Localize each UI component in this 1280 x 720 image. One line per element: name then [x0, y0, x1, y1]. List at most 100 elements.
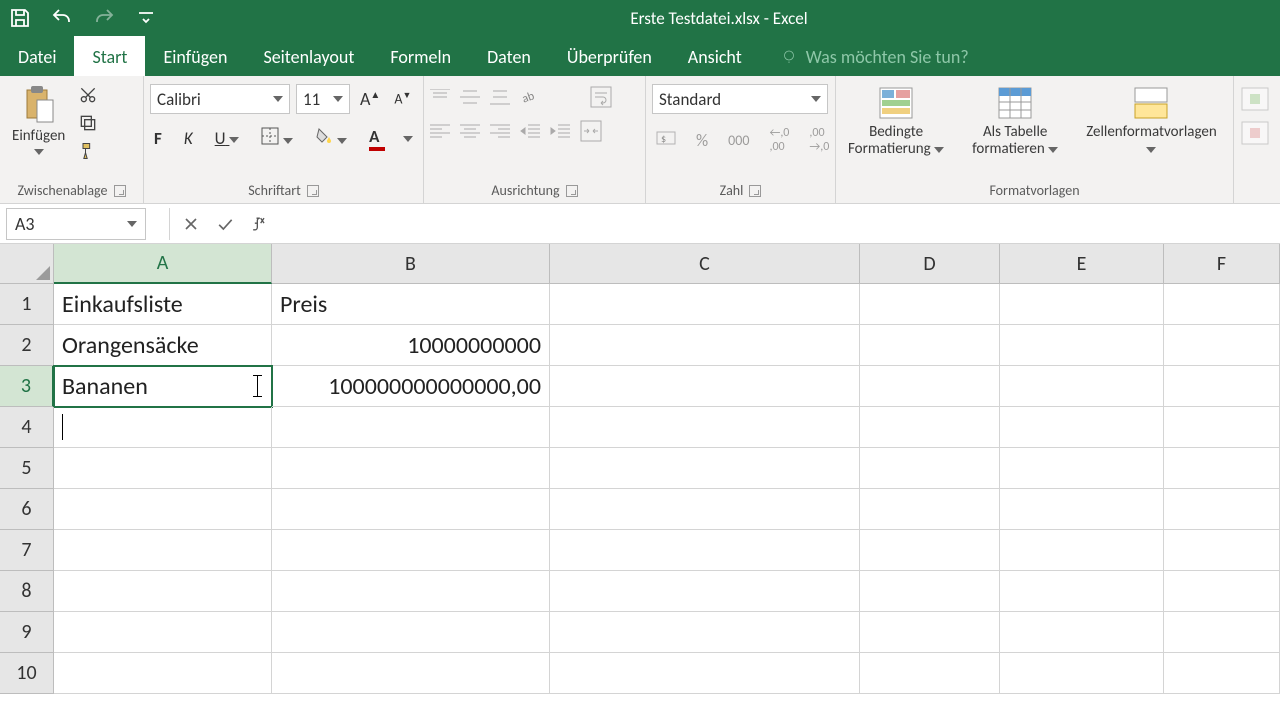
- align-right-icon[interactable]: [490, 123, 510, 139]
- cell-E10[interactable]: [1000, 653, 1164, 694]
- cell-B1[interactable]: Preis: [272, 284, 550, 325]
- cell-D3[interactable]: [860, 366, 1000, 407]
- cell-F3[interactable]: [1164, 366, 1280, 407]
- cell-D2[interactable]: [860, 325, 1000, 366]
- redo-icon[interactable]: [92, 6, 116, 30]
- cell-E2[interactable]: [1000, 325, 1164, 366]
- save-icon[interactable]: [8, 6, 32, 30]
- cell-F9[interactable]: [1164, 612, 1280, 653]
- cell-D8[interactable]: [860, 571, 1000, 612]
- row-header-7[interactable]: 7: [0, 530, 54, 571]
- cell-F1[interactable]: [1164, 284, 1280, 325]
- cell-F6[interactable]: [1164, 489, 1280, 530]
- increase-decimal-icon[interactable]: ←,0,00: [765, 124, 793, 156]
- cell-A9[interactable]: [54, 612, 272, 653]
- cell-B3[interactable]: 100000000000000,00: [272, 366, 550, 407]
- cell-A10[interactable]: [54, 653, 272, 694]
- increase-indent-icon[interactable]: [550, 123, 570, 139]
- cell-E1[interactable]: [1000, 284, 1164, 325]
- col-header-B[interactable]: B: [272, 244, 550, 284]
- cell-B6[interactable]: [272, 489, 550, 530]
- col-header-D[interactable]: D: [860, 244, 1000, 284]
- cell-E4[interactable]: [1000, 407, 1164, 448]
- cell-C10[interactable]: [550, 653, 860, 694]
- delete-cells-icon[interactable]: [1240, 120, 1270, 146]
- launcher-icon[interactable]: [566, 185, 578, 197]
- cell-C6[interactable]: [550, 489, 860, 530]
- conditional-formatting-button[interactable]: BedingteFormatierung: [842, 82, 950, 161]
- undo-icon[interactable]: [50, 6, 74, 30]
- cell-B10[interactable]: [272, 653, 550, 694]
- cell-F8[interactable]: [1164, 571, 1280, 612]
- number-format-combo[interactable]: Standard: [652, 84, 828, 114]
- italic-button[interactable]: K: [180, 126, 197, 151]
- col-header-F[interactable]: F: [1164, 244, 1280, 284]
- launcher-icon[interactable]: [749, 185, 761, 197]
- cell-C5[interactable]: [550, 448, 860, 489]
- align-middle-icon[interactable]: [460, 89, 480, 105]
- cell-C1[interactable]: [550, 284, 860, 325]
- cell-A4[interactable]: [54, 407, 272, 448]
- row-header-4[interactable]: 4: [0, 407, 54, 448]
- cell-B9[interactable]: [272, 612, 550, 653]
- format-painter-icon[interactable]: [77, 140, 99, 162]
- row-header-9[interactable]: 9: [0, 612, 54, 653]
- cell-F7[interactable]: [1164, 530, 1280, 571]
- cell-B5[interactable]: [272, 448, 550, 489]
- col-header-E[interactable]: E: [1000, 244, 1164, 284]
- align-center-icon[interactable]: [460, 123, 480, 139]
- font-name-combo[interactable]: Calibri: [150, 84, 290, 114]
- bold-button[interactable]: F: [150, 126, 166, 151]
- align-left-icon[interactable]: [430, 123, 450, 139]
- insert-function-button[interactable]: [242, 208, 276, 240]
- row-header-5[interactable]: 5: [0, 448, 54, 489]
- copy-icon[interactable]: [77, 112, 99, 134]
- cell-E5[interactable]: [1000, 448, 1164, 489]
- decrease-font-icon[interactable]: A▼: [390, 88, 415, 110]
- comma-format-icon[interactable]: 000: [724, 130, 753, 151]
- tab-seitenlayout[interactable]: Seitenlayout: [245, 36, 372, 76]
- cell-E3[interactable]: [1000, 366, 1164, 407]
- insert-cells-icon[interactable]: [1240, 86, 1270, 112]
- format-as-table-button[interactable]: Als Tabelleformatieren: [966, 82, 1064, 161]
- chevron-down-icon[interactable]: [403, 136, 413, 142]
- row-header-10[interactable]: 10: [0, 653, 54, 694]
- tab-einfuegen[interactable]: Einfügen: [145, 36, 245, 76]
- row-header-8[interactable]: 8: [0, 571, 54, 612]
- fill-color-button[interactable]: [311, 125, 351, 152]
- align-top-icon[interactable]: [430, 89, 450, 105]
- align-bottom-icon[interactable]: [490, 89, 510, 105]
- tab-datei[interactable]: Datei: [0, 36, 74, 76]
- cell-C9[interactable]: [550, 612, 860, 653]
- cell-C3[interactable]: [550, 366, 860, 407]
- cell-B7[interactable]: [272, 530, 550, 571]
- launcher-icon[interactable]: [307, 185, 319, 197]
- cell-D4[interactable]: [860, 407, 1000, 448]
- orientation-icon[interactable]: ab: [520, 87, 544, 107]
- tell-me-search[interactable]: Was möchten Sie tun?: [780, 46, 969, 76]
- row-header-1[interactable]: 1: [0, 284, 54, 325]
- row-header-6[interactable]: 6: [0, 489, 54, 530]
- cell-C8[interactable]: [550, 571, 860, 612]
- font-color-button[interactable]: A: [365, 124, 389, 153]
- cell-C4[interactable]: [550, 407, 860, 448]
- cell-E7[interactable]: [1000, 530, 1164, 571]
- cell-B4[interactable]: [272, 407, 550, 448]
- font-size-combo[interactable]: 11: [296, 84, 350, 114]
- accounting-format-icon[interactable]: $: [652, 127, 680, 154]
- tab-ueberpruefen[interactable]: Überprüfen: [549, 36, 670, 76]
- cell-D7[interactable]: [860, 530, 1000, 571]
- cell-E8[interactable]: [1000, 571, 1164, 612]
- wrap-text-icon[interactable]: [590, 86, 612, 108]
- tab-ansicht[interactable]: Ansicht: [670, 36, 760, 76]
- underline-button[interactable]: U: [211, 126, 244, 151]
- cell-C2[interactable]: [550, 325, 860, 366]
- cell-A6[interactable]: [54, 489, 272, 530]
- percent-format-icon[interactable]: %: [692, 128, 712, 153]
- cancel-edit-button[interactable]: [174, 208, 208, 240]
- cell-D10[interactable]: [860, 653, 1000, 694]
- col-header-C[interactable]: C: [550, 244, 860, 284]
- formula-input[interactable]: [276, 208, 1280, 240]
- cell-A5[interactable]: [54, 448, 272, 489]
- tab-start[interactable]: Start: [74, 36, 145, 76]
